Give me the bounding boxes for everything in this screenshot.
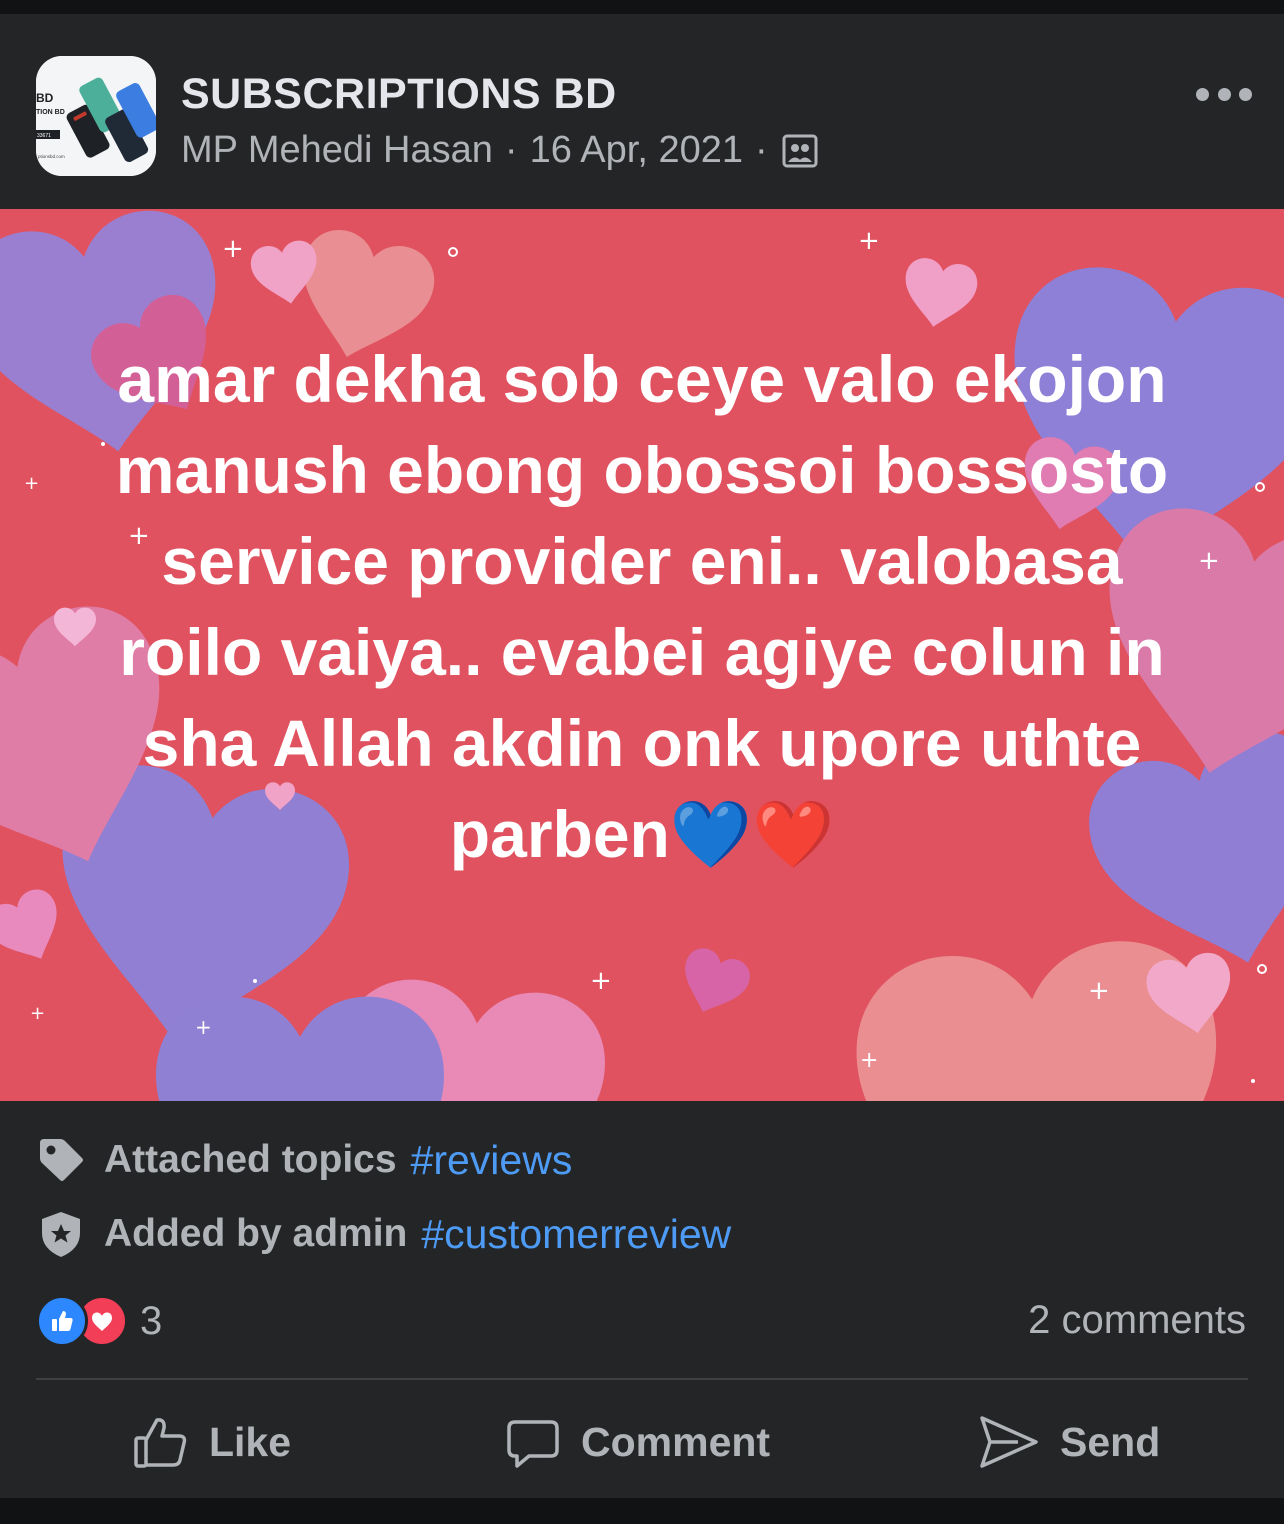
- comment-label: Comment: [581, 1418, 771, 1465]
- reactions-summary[interactable]: 3: [36, 1295, 163, 1347]
- svg-text:+: +: [24, 473, 39, 494]
- attached-topics-row: Attached topics #reviews: [36, 1135, 572, 1185]
- bottom-strip: [0, 1498, 1284, 1524]
- svg-text:33671: 33671: [37, 133, 51, 139]
- like-reaction-icon: [36, 1295, 88, 1347]
- svg-text:+: +: [1088, 976, 1110, 1006]
- svg-text:+: +: [860, 1048, 878, 1073]
- topic-tag-customerreview[interactable]: #customerreview: [421, 1211, 731, 1258]
- comment-icon: [507, 1420, 559, 1468]
- send-icon: [980, 1416, 1038, 1468]
- attached-topics-label: Attached topics: [104, 1138, 397, 1181]
- group-icon: [782, 134, 818, 167]
- svg-text:BD: BD: [36, 91, 54, 105]
- page-name[interactable]: SUBSCRIPTIONS BD: [181, 70, 617, 119]
- status-strip: [0, 0, 1284, 14]
- admin-shield-icon: [42, 1212, 80, 1257]
- author-name[interactable]: MP Mehedi Hasan: [181, 129, 493, 172]
- divider: [36, 1378, 1248, 1380]
- reaction-count: 3: [140, 1298, 163, 1343]
- meta-separator: ·: [754, 129, 768, 171]
- tag-icon: [40, 1139, 83, 1181]
- more-options-icon[interactable]: [1196, 78, 1252, 110]
- admin-topics-row: Added by admin #customerreview: [36, 1209, 731, 1259]
- meta-separator: ·: [504, 129, 518, 171]
- svg-text:+: +: [590, 966, 612, 996]
- svg-text:+: +: [195, 1015, 212, 1039]
- send-button[interactable]: Send: [978, 1410, 1160, 1474]
- like-button[interactable]: Like: [133, 1410, 291, 1474]
- svg-text:+: +: [222, 234, 244, 264]
- svg-text:TION BD: TION BD: [36, 109, 65, 116]
- thumbs-up-icon: [134, 1418, 187, 1468]
- comment-button[interactable]: Comment: [505, 1410, 770, 1474]
- svg-text:ptionsbd.com: ptionsbd.com: [38, 154, 65, 159]
- post-background: + + + + + + + + + + amar dekha sob ceye …: [0, 209, 1284, 1101]
- topic-tag-reviews[interactable]: #reviews: [411, 1137, 573, 1184]
- svg-text:+: +: [858, 226, 880, 256]
- post-date[interactable]: 16 Apr, 2021: [530, 129, 743, 172]
- page-avatar[interactable]: BD TION BD 33671 ptionsbd.com: [36, 56, 156, 176]
- svg-text:+: +: [30, 1003, 45, 1024]
- post-card: BD TION BD 33671 ptionsbd.com SUBSCRIPTI…: [0, 14, 1284, 1498]
- added-by-admin-label: Added by admin: [104, 1212, 408, 1255]
- svg-text:+: +: [1198, 546, 1220, 576]
- send-label: Send: [1060, 1418, 1161, 1465]
- post-meta: MP Mehedi Hasan · 16 Apr, 2021 ·: [181, 129, 818, 172]
- like-label: Like: [209, 1418, 292, 1465]
- post-text: amar dekha sob ceye valo ekojon manush e…: [115, 342, 1169, 871]
- comments-count[interactable]: 2 comments: [1028, 1298, 1246, 1343]
